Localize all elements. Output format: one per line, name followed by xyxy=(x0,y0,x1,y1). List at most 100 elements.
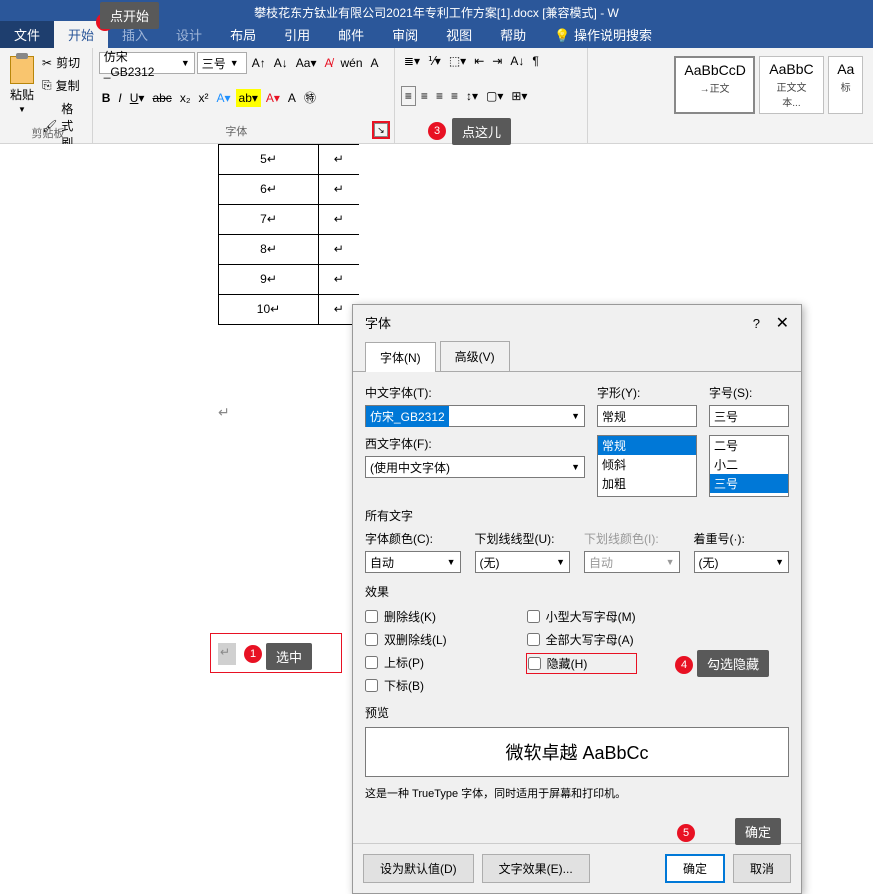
set-default-button[interactable]: 设为默认值(D) xyxy=(363,854,474,883)
multilevel-icon[interactable]: ⬚▾ xyxy=(446,52,469,70)
table-cell[interactable]: ↵ xyxy=(319,205,359,235)
subscript-button[interactable]: x₂ xyxy=(177,89,194,107)
font-dialog-launcher[interactable]: ↘ xyxy=(374,123,388,137)
text-effects-button[interactable]: A▾ xyxy=(213,89,233,107)
tab-help[interactable]: 帮助 xyxy=(486,21,540,48)
align-right-icon[interactable]: ≡ xyxy=(433,87,446,105)
strike-button[interactable]: abc xyxy=(149,89,174,107)
caret-down-icon: ▼ xyxy=(18,105,26,114)
table-cell[interactable]: 5↵ xyxy=(219,145,319,175)
highlight-button[interactable]: ab▾ xyxy=(236,89,261,107)
align-center-icon[interactable]: ≡ xyxy=(418,87,431,105)
tooltip-hidden: 勾选隐藏 xyxy=(697,650,769,677)
table-cell[interactable]: 10↵ xyxy=(219,295,319,325)
table-cell[interactable]: ↵ xyxy=(319,145,359,175)
en-font-combo[interactable]: (使用中文字体)▼ xyxy=(365,456,585,478)
emphasis-combo[interactable]: (无)▼ xyxy=(694,551,790,573)
tab-view[interactable]: 视图 xyxy=(432,21,486,48)
section-all-text: 所有文字 xyxy=(365,507,789,524)
style-body-text[interactable]: AaBbC 正文文本... xyxy=(759,56,824,114)
table-cell[interactable]: 8↵ xyxy=(219,235,319,265)
copy-icon: ⎘ xyxy=(42,78,52,93)
copy-button[interactable]: ⎘复制 xyxy=(38,75,86,96)
tab-tellme[interactable]: 💡 操作说明搜索 xyxy=(540,21,666,48)
table-cell[interactable]: 6↵ xyxy=(219,175,319,205)
italic-button[interactable]: I xyxy=(115,89,124,107)
dialog-close-icon[interactable]: ✕ xyxy=(776,315,789,332)
font-style-input[interactable]: 常规 xyxy=(597,405,697,427)
tab-review[interactable]: 审阅 xyxy=(378,21,432,48)
char-border-icon[interactable]: A xyxy=(368,54,382,72)
shading-icon[interactable]: ▢▾ xyxy=(483,87,506,105)
text-effects-button[interactable]: 文字效果(E)... xyxy=(482,854,590,883)
line-spacing-icon[interactable]: ↕▾ xyxy=(463,87,481,105)
phonetic-icon[interactable]: wén xyxy=(337,54,365,72)
bold-button[interactable]: B xyxy=(99,89,114,107)
table-cell[interactable]: 9↵ xyxy=(219,265,319,295)
cancel-button[interactable]: 取消 xyxy=(733,854,791,883)
grow-font-icon[interactable]: A↑ xyxy=(249,54,269,72)
preview-box: 微软卓越 AaBbCc xyxy=(365,727,789,777)
show-marks-icon[interactable]: ¶ xyxy=(529,52,541,70)
indent-dec-icon[interactable]: ⇤ xyxy=(471,52,487,70)
paragraph-mark-icon: ↵ xyxy=(220,645,230,659)
clear-format-icon[interactable]: A̸ xyxy=(321,54,335,72)
tab-references[interactable]: 引用 xyxy=(270,21,324,48)
chk-subscript[interactable]: 下标(B) xyxy=(365,677,447,694)
font-group-label: 字体 xyxy=(99,123,374,139)
table-cell[interactable]: 7↵ xyxy=(219,205,319,235)
char-shading-icon[interactable]: A xyxy=(285,89,299,107)
tab-file[interactable]: 文件 xyxy=(0,21,54,48)
label-font-color: 字体颜色(C): xyxy=(365,530,461,547)
chk-all-caps[interactable]: 全部大写字母(A) xyxy=(527,631,636,648)
font-color-combo[interactable]: 自动▼ xyxy=(365,551,461,573)
sort-icon[interactable]: A↓ xyxy=(507,52,527,70)
tab-design[interactable]: 设计 xyxy=(162,21,216,48)
align-justify-icon[interactable]: ≡ xyxy=(448,87,461,105)
step-badge-1: 1 xyxy=(244,645,262,663)
font-size-combo[interactable]: 三号▼ xyxy=(197,52,247,74)
chk-hidden[interactable]: 隐藏(H) xyxy=(527,654,636,673)
enclose-char-icon[interactable]: ㊕ xyxy=(301,87,319,108)
font-size-list[interactable]: 二号 小二 三号 xyxy=(709,435,789,497)
step-badge-4: 4 xyxy=(675,656,693,674)
cn-font-combo[interactable]: 仿宋_GB2312▼ xyxy=(365,405,585,427)
table-cell[interactable]: ↵ xyxy=(319,175,359,205)
font-color-button[interactable]: A▾ xyxy=(263,89,283,107)
underline-color-combo: 自动▼ xyxy=(584,551,680,573)
chk-double-strike[interactable]: 双删除线(L) xyxy=(365,631,447,648)
selection-region[interactable]: ↵ 1 选中 xyxy=(218,639,338,677)
table-cell[interactable]: ↵ xyxy=(319,265,359,295)
underline-button[interactable]: U▾ xyxy=(127,89,148,107)
ok-button[interactable]: 确定 xyxy=(665,854,725,883)
chk-small-caps[interactable]: 小型大写字母(M) xyxy=(527,608,636,625)
style-normal[interactable]: AaBbCcD →正文 xyxy=(674,56,754,114)
tab-layout[interactable]: 布局 xyxy=(216,21,270,48)
dialog-tab-font[interactable]: 字体(N) xyxy=(365,342,436,372)
superscript-button[interactable]: x² xyxy=(195,89,211,107)
chk-strike[interactable]: 删除线(K) xyxy=(365,608,447,625)
font-style-list[interactable]: 常规 倾斜 加粗 xyxy=(597,435,697,497)
font-size-input[interactable]: 三号 xyxy=(709,405,789,427)
label-en-font: 西文字体(F): xyxy=(365,435,585,452)
tooltip-home: 点开始 xyxy=(100,2,159,29)
style-heading[interactable]: Aa 标 xyxy=(828,56,863,114)
numbering-icon[interactable]: ⅟▾ xyxy=(425,52,444,70)
cut-button[interactable]: ✂剪切 xyxy=(38,52,86,73)
shrink-font-icon[interactable]: A↓ xyxy=(271,54,291,72)
align-left-icon[interactable]: ≡ xyxy=(401,86,416,106)
lightbulb-icon: 💡 xyxy=(554,28,570,43)
table-cell[interactable]: ↵ xyxy=(319,235,359,265)
label-font-size: 字号(S): xyxy=(709,384,789,401)
font-family-combo[interactable]: 仿宋_GB2312▼ xyxy=(99,52,195,74)
change-case-icon[interactable]: Aa▾ xyxy=(293,54,320,72)
borders-icon[interactable]: ⊞▾ xyxy=(508,87,530,105)
dialog-help-icon[interactable]: ? xyxy=(753,316,760,331)
tab-mailings[interactable]: 邮件 xyxy=(324,21,378,48)
chk-superscript[interactable]: 上标(P) xyxy=(365,654,447,671)
caret-down-icon: ▼ xyxy=(181,58,190,68)
dialog-tab-advanced[interactable]: 高级(V) xyxy=(440,341,510,371)
bullets-icon[interactable]: ≣▾ xyxy=(401,52,423,70)
indent-inc-icon[interactable]: ⇥ xyxy=(489,52,505,70)
underline-combo[interactable]: (无)▼ xyxy=(475,551,571,573)
